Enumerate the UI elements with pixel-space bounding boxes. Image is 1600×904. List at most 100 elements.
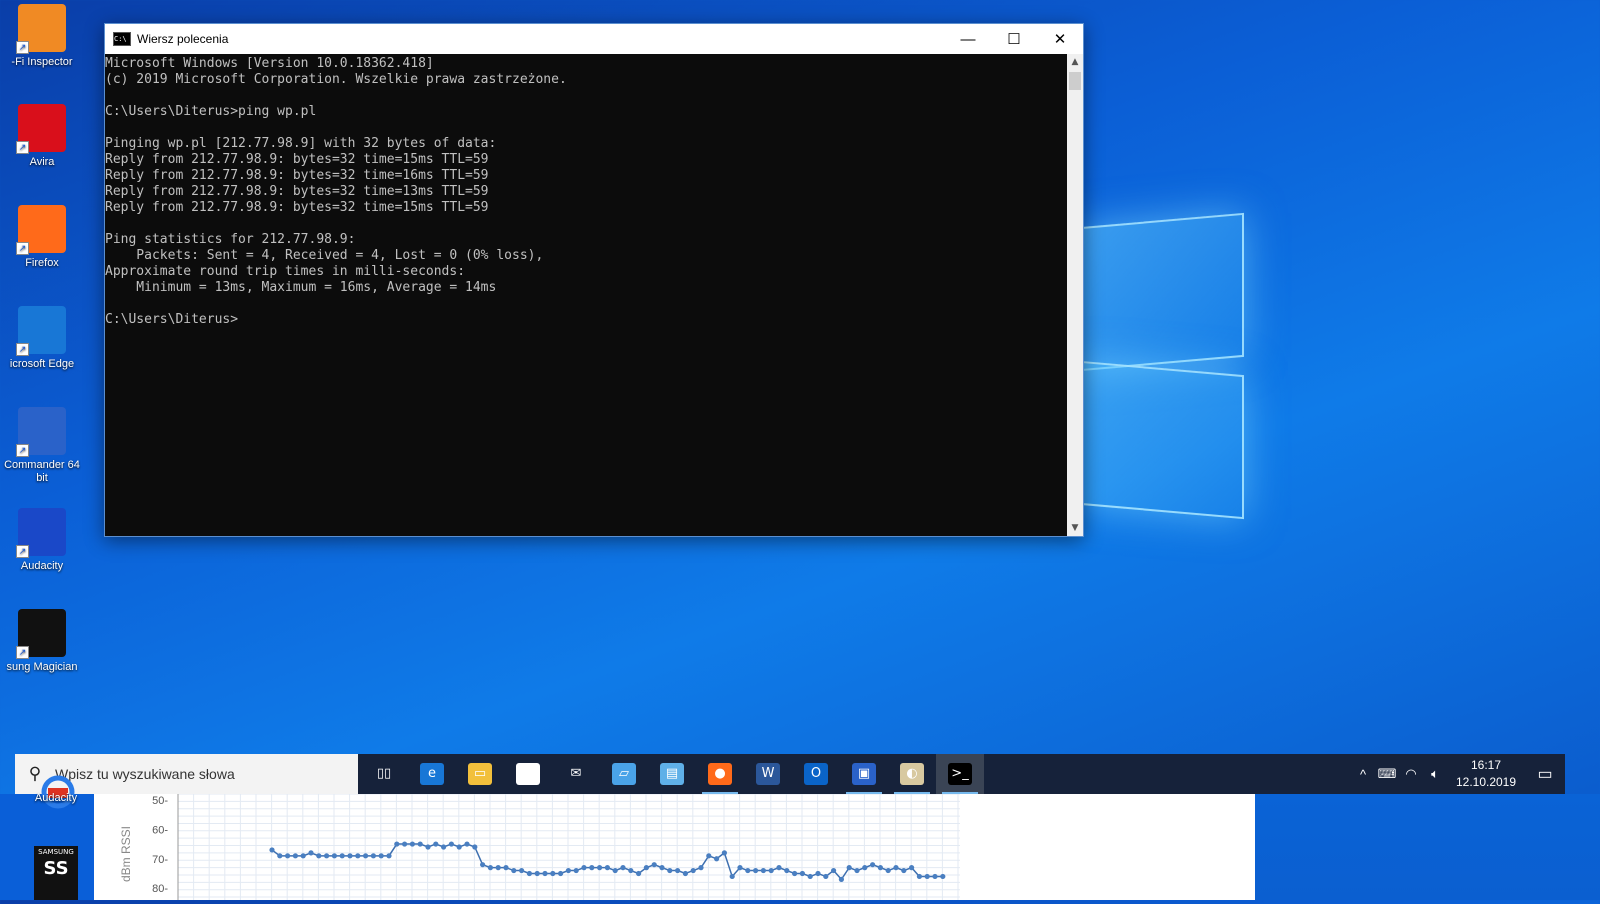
rssi-data-point [386, 853, 392, 859]
rssi-data-point [862, 865, 868, 871]
y-tick-label: 50- [152, 795, 168, 807]
rssi-data-point [690, 867, 696, 874]
rssi-data-point [480, 862, 486, 868]
cmd-app-icon: C:\ [113, 32, 131, 46]
rssi-data-point [940, 873, 946, 880]
desktop-icon-edge[interactable]: ↗ icrosoft Edge [10, 306, 96, 371]
rssi-data-point [698, 865, 704, 871]
titlebar[interactable]: C:\ Wiersz polecenia — ☐ ✕ [105, 24, 1083, 54]
rssi-data-point [542, 870, 548, 877]
console-line: Microsoft Windows [Version 10.0.18362.41… [105, 56, 434, 71]
console-line: (c) 2019 Microsoft Corporation. Wszelkie… [105, 72, 567, 87]
rssi-data-point [924, 873, 930, 880]
taskbar-outlook-button[interactable]: O [792, 754, 840, 794]
clock[interactable]: 16:17 12.10.2019 [1447, 757, 1525, 791]
console-output[interactable]: Microsoft Windows [Version 10.0.18362.41… [105, 54, 1067, 536]
taskbar-control-panel-button[interactable]: ▤ [648, 754, 696, 794]
maximize-button[interactable]: ☐ [991, 24, 1037, 54]
rssi-data-point [753, 867, 759, 874]
rssi-data-point [425, 844, 431, 850]
console-line: Packets: Sent = 4, Received = 4, Lost = … [105, 248, 544, 263]
taskbar-command-prompt-button[interactable]: >_ [936, 754, 984, 794]
rssi-data-point [448, 841, 454, 847]
input-language-icon[interactable]: ⌨ [1375, 766, 1399, 782]
rssi-data-point [519, 867, 525, 874]
rssi-data-point [339, 853, 345, 859]
rssi-data-point [737, 865, 743, 871]
taskbar: ⚲ Wpisz tu wyszukiwane słowa ▯▯ e ▭ ▦ ✉ ▱ ▤ ● W O… [15, 754, 1565, 794]
rssi-data-point [347, 853, 353, 859]
rssi-data-point [932, 873, 938, 880]
desktop-icon-audacity-lower[interactable]: Audacity [14, 792, 98, 805]
paint-icon: ◐ [900, 763, 924, 785]
laptop-icon: ▱ [612, 763, 636, 785]
rssi-data-point [292, 853, 298, 859]
store-icon: ▦ [516, 763, 540, 785]
rssi-data-point [597, 865, 603, 871]
rssi-data-point [706, 853, 712, 859]
taskbar-mail-button[interactable]: ✉ [552, 754, 600, 794]
close-button[interactable]: ✕ [1037, 24, 1083, 54]
desktop-icon-total-commander[interactable]: ↗ Commander 64 bit [4, 407, 96, 485]
rssi-data-point [300, 853, 306, 859]
rssi-chart: 50- 60- 70- 80- dBm RSSI [119, 793, 1255, 900]
taskbar-this-pc-button[interactable]: ▱ [600, 754, 648, 794]
desktop-icon-audacity[interactable]: ↗ Audacity [12, 508, 96, 573]
folder-icon: ▭ [468, 763, 492, 785]
minimize-button[interactable]: — [945, 24, 991, 54]
show-hidden-icons-chevron-icon[interactable]: ^ [1351, 767, 1375, 782]
taskbar-paint-button[interactable]: ◐ [888, 754, 936, 794]
rssi-data-point [831, 867, 837, 874]
scroll-thumb[interactable] [1069, 72, 1081, 90]
desktop-icon-label: Commander 64 bit [4, 459, 80, 484]
desktop-icon-label: Avira [29, 156, 55, 168]
rssi-data-point [558, 870, 564, 877]
notification-icon[interactable]: ▭ [1525, 764, 1565, 784]
rssi-data-point [285, 853, 291, 859]
lower-desktop-area: Audacity SAMSUNG SS [0, 775, 94, 900]
desktop-icon-firefox[interactable]: ↗ Firefox [12, 205, 96, 270]
system-tray: ^ ⌨ ◠ 🔈︎ 16:17 12.10.2019 ▭ [1351, 754, 1565, 794]
edge-icon: e [420, 763, 444, 785]
rssi-data-point [916, 873, 923, 880]
taskbar-store-button[interactable]: ▦ [504, 754, 552, 794]
volume-icon[interactable]: 🔈︎ [1423, 766, 1447, 782]
rssi-data-point [277, 853, 283, 859]
firefox-icon: ● [708, 763, 732, 785]
samsung-magician-icon[interactable]: SAMSUNG SS [34, 846, 78, 900]
console-line: Pinging wp.pl [212.77.98.9] with 32 byte… [105, 136, 497, 151]
taskbar-firefox-button[interactable]: ● [696, 754, 744, 794]
desktop-icon-samsung-magician[interactable]: ↗ sung Magician [7, 609, 96, 674]
rssi-data-point [909, 865, 915, 871]
scroll-down-icon[interactable]: ▼ [1067, 520, 1083, 536]
rssi-data-point [472, 844, 478, 850]
console-line: Reply from 212.77.98.9: bytes=32 time=15… [105, 200, 489, 215]
cmd-window[interactable]: C:\ Wiersz polecenia — ☐ ✕ Microsoft Win… [104, 23, 1084, 537]
desktop-icon-avira[interactable]: ↗ Avira [12, 104, 96, 169]
taskbar-file-explorer-button[interactable]: ▭ [456, 754, 504, 794]
clock-date: 12.10.2019 [1455, 775, 1517, 789]
y-axis-label: dBm RSSI [119, 826, 133, 882]
shortcut-arrow-icon: ↗ [16, 242, 29, 255]
taskbar-edge-button[interactable]: e [408, 754, 456, 794]
total-commander-icon: ↗ [16, 407, 66, 457]
rssi-data-point [573, 867, 579, 874]
taskbar-task-view-button[interactable]: ▯▯ [360, 754, 408, 794]
desktop-icon-wifi-inspector[interactable]: ↗ -Fi Inspector [11, 4, 96, 69]
console-line: Minimum = 13ms, Maximum = 16ms, Average … [105, 280, 497, 295]
rssi-data-point [815, 870, 821, 877]
rssi-data-point [433, 841, 439, 847]
rssi-data-point [370, 853, 376, 859]
taskbar-word-button[interactable]: W [744, 754, 792, 794]
taskbar-total-commander-button[interactable]: ▣ [840, 754, 888, 794]
desktop-icon-label: Audacity [34, 792, 78, 804]
rssi-data-point [441, 844, 447, 850]
vertical-scrollbar[interactable]: ▲ ▼ [1067, 54, 1083, 536]
rssi-data-point [729, 873, 735, 880]
rssi-data-point [877, 865, 884, 871]
scroll-up-icon[interactable]: ▲ [1067, 54, 1083, 70]
console-line: Reply from 212.77.98.9: bytes=32 time=16… [105, 168, 489, 183]
wifi-icon[interactable]: ◠ [1399, 766, 1423, 782]
y-tick-label: 80- [152, 883, 168, 895]
